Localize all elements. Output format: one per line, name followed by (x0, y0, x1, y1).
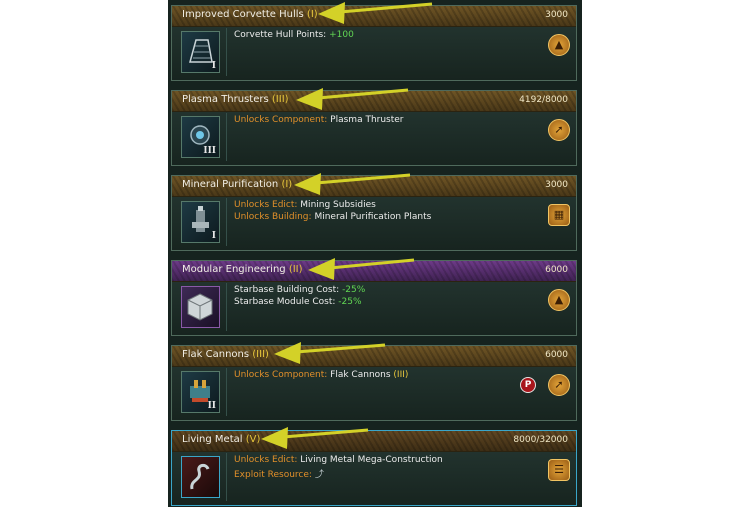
tech-title: Modular Engineering (II) (182, 264, 303, 275)
research-cost: 3000 (545, 180, 568, 190)
propulsion-icon: ➚ (548, 119, 570, 141)
tech-title: Improved Corvette Hulls (I) (182, 9, 318, 20)
living-metal-icon (181, 456, 220, 498)
tech-title: Living Metal (V) (182, 434, 261, 445)
card-body (172, 27, 576, 80)
effect-line: Unlocks Component: Plasma Thruster (234, 115, 404, 125)
research-cost: 6000 (545, 350, 568, 360)
mining-station-icon: I (181, 201, 220, 243)
tech-title: Mineral Purification (I) (182, 179, 293, 190)
tech-card-improved-corvette-hulls[interactable]: Improved Corvette Hulls (I) 3000 I Corve… (171, 5, 577, 81)
modular-cube-icon (181, 286, 220, 328)
engineering-rocket-icon: ▲ (548, 34, 570, 56)
tech-card-mineral-purification[interactable]: Mineral Purification (I) 3000 I Unlocks … (171, 175, 577, 251)
research-cost: 6000 (545, 265, 568, 275)
research-progress: 4192/8000 (519, 95, 568, 105)
card-header: Plasma Thrusters (III) 4192/8000 (172, 91, 576, 112)
propulsion-icon: ➚ (548, 374, 570, 396)
card-header: Mineral Purification (I) 3000 (172, 176, 576, 197)
effect-line: Unlocks Building: Mineral Purification P… (234, 212, 432, 222)
tech-card-flak-cannons[interactable]: Flak Cannons (III) 6000 II Unlocks Compo… (171, 345, 577, 421)
materials-icon: ☰ (548, 459, 570, 481)
effect-line: Unlocks Edict: Living Metal Mega-Constru… (234, 455, 443, 465)
tech-title: Plasma Thrusters (III) (182, 94, 289, 105)
effect-line: Corvette Hull Points: +100 (234, 30, 354, 40)
effect-line: Starbase Building Cost: -25% (234, 285, 366, 295)
research-cost: 3000 (545, 10, 568, 20)
card-header: Improved Corvette Hulls (I) 3000 (172, 6, 576, 27)
living-metal-resource-icon: ⤴ (314, 470, 324, 480)
tech-card-plasma-thrusters[interactable]: Plasma Thrusters (III) 4192/8000 III Unl… (171, 90, 577, 166)
industry-icon: ▦ (548, 204, 570, 226)
card-header: Living Metal (V) 8000/32000 (172, 431, 576, 452)
card-body (172, 282, 576, 335)
tech-card-living-metal[interactable]: Living Metal (V) 8000/32000 Unlocks Edic… (171, 430, 577, 506)
effect-line: Unlocks Component: Flak Cannons (III) (234, 370, 409, 380)
tech-card-modular-engineering[interactable]: Modular Engineering (II) 6000 Starbase B… (171, 260, 577, 336)
engineering-rocket-icon: ▲ (548, 289, 570, 311)
research-progress: 8000/32000 (513, 435, 568, 445)
corvette-hull-icon: I (181, 31, 220, 73)
effect-line: Unlocks Edict: Mining Subsidies (234, 200, 376, 210)
rare-tech-badge: P (520, 377, 536, 393)
tech-title: Flak Cannons (III) (182, 349, 269, 360)
card-header: Flak Cannons (III) 6000 (172, 346, 576, 367)
card-header: Modular Engineering (II) 6000 (172, 261, 576, 282)
effect-line: Exploit Resource: ⤴ (234, 470, 324, 480)
flak-cannon-icon: II (181, 371, 220, 413)
effect-line: Starbase Module Cost: -25% (234, 297, 362, 307)
thruster-icon: III (181, 116, 220, 158)
